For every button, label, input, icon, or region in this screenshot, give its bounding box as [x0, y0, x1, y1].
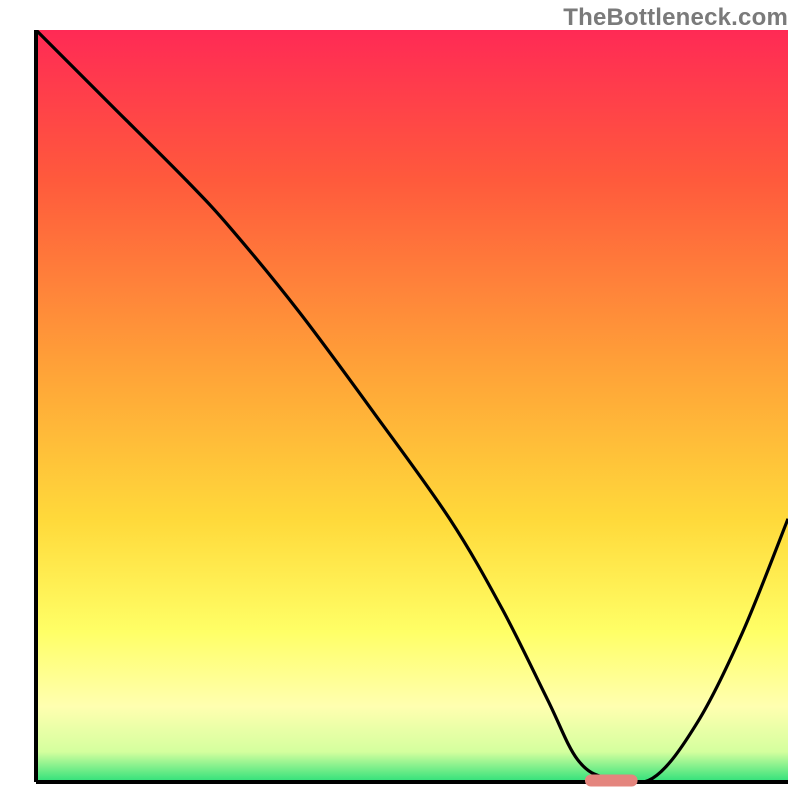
watermark-label: TheBottleneck.com [563, 4, 788, 32]
bottleneck-chart [0, 0, 800, 800]
optimal-range-marker [585, 774, 638, 786]
chart-container: TheBottleneck.com [0, 0, 800, 800]
